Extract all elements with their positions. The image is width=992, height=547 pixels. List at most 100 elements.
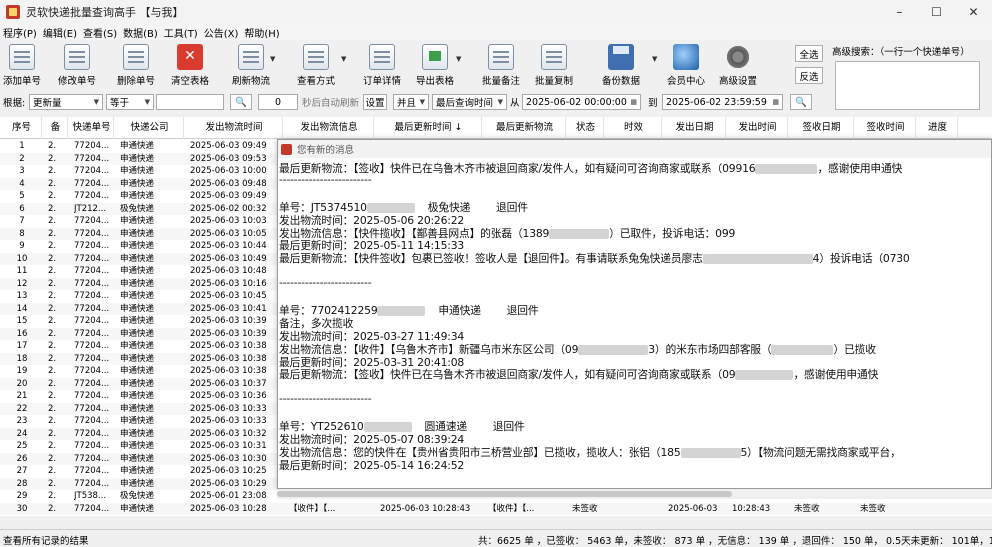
column-header[interactable]: 状态 xyxy=(568,117,604,139)
table-cell: 9 xyxy=(19,241,25,251)
date-from-input[interactable]: 2025-06-02 00:00:00 ▦ xyxy=(522,94,641,110)
column-header[interactable]: 最后更新时间 ↓ xyxy=(376,117,482,139)
menu-notice[interactable]: 公告(X) xyxy=(201,25,242,40)
table-cell: 2025-06-03 10:38 xyxy=(190,341,267,351)
toolbar-button-11[interactable]: 会员中心 xyxy=(667,41,705,87)
toolbar-button-6[interactable]: 订单详情 xyxy=(363,41,401,87)
dropdown-arrow-icon[interactable]: ▼ xyxy=(652,55,657,63)
column-header[interactable]: 发出物流时间 xyxy=(186,117,283,139)
toolbar-button-0[interactable]: 添加单号 xyxy=(3,41,41,87)
table-cell: 申通快递 xyxy=(120,266,155,276)
column-header[interactable]: 快递公司 xyxy=(116,117,184,139)
menu-tools[interactable]: 工具(T) xyxy=(161,25,201,40)
notification-popup: 您有新的消息 最后更新物流：【签收】快件已在乌鲁木齐市被退回商家/发件人，如有疑… xyxy=(277,139,992,489)
column-header[interactable]: 签收日期 xyxy=(790,117,854,139)
toolbar-button-2[interactable]: 删除单号 xyxy=(117,41,155,87)
redacted-block xyxy=(755,164,818,174)
menu-program[interactable]: 程序(P) xyxy=(0,25,40,40)
table-cell: 2025-06-03 10:28:43 xyxy=(380,503,471,514)
filter-field-value: 更新量 xyxy=(33,98,62,109)
table-cell: 未签收 xyxy=(572,503,598,514)
toolbar-label: 导出表格 xyxy=(416,76,455,87)
maximize-button[interactable]: ☐ xyxy=(918,0,955,24)
toolbar-button-4[interactable]: 刷新物流 xyxy=(232,41,270,87)
table-cell: 2. xyxy=(48,303,57,314)
toolbar-button-10[interactable]: 备份数据 xyxy=(602,41,640,87)
column-header[interactable]: 快递单号 xyxy=(70,117,114,139)
menu-help[interactable]: 帮助(H) xyxy=(241,25,282,40)
column-header[interactable]: 签收时间 xyxy=(856,117,916,139)
horizontal-scrollbar[interactable] xyxy=(277,489,992,499)
table-cell: 申通快递 xyxy=(120,216,155,226)
popup-text: 最后更新物流：【快件签收】包裹已签收！签收人是【退回件】。有事请联系兔兔快递员廖… xyxy=(279,252,703,266)
menu-data[interactable]: 数据(B) xyxy=(120,25,161,40)
column-header[interactable]: 发出日期 xyxy=(664,117,726,139)
dropdown-arrow-icon[interactable]: ▼ xyxy=(456,55,461,63)
table-cell: 申通快递 xyxy=(120,341,155,351)
column-header[interactable]: 备 xyxy=(44,117,68,139)
filter-op-select[interactable]: 等于 ▼ xyxy=(106,94,154,110)
settings-button[interactable]: 设置 xyxy=(363,94,387,110)
table-cell: 申通快递 xyxy=(120,466,155,476)
table-row[interactable]: 30 2. 77204... 申通快递 2025-06-03 10:28 【收件】【...… xyxy=(0,502,992,516)
table-cell: 申通快递 xyxy=(120,316,155,326)
toolbar-button-7[interactable]: 导出表格 xyxy=(416,41,454,87)
table-cell: 16 xyxy=(16,328,28,339)
table-cell: 2. xyxy=(48,191,57,201)
table-cell: 2. xyxy=(48,416,57,426)
table-cell: 申通快递 xyxy=(120,291,155,301)
toolbar-button-8[interactable]: 批量备注 xyxy=(482,41,520,87)
table-cell: 2. xyxy=(48,241,57,251)
advanced-search-label: 高级搜索：（一行一个快递单号） xyxy=(832,47,970,58)
refresh-seconds-input[interactable]: 0 xyxy=(258,94,298,110)
table-cell: 17 xyxy=(16,341,28,351)
dropdown-arrow-icon[interactable]: ▼ xyxy=(341,55,346,63)
filter-value-input[interactable] xyxy=(156,94,224,110)
table-cell: 2025-06-03 10:38 xyxy=(190,353,267,364)
dropdown-arrow-icon[interactable]: ▼ xyxy=(270,55,275,63)
close-button[interactable]: ✕ xyxy=(955,0,992,24)
table-cell: 申通快递 xyxy=(120,241,155,251)
toolbar-button-3[interactable]: 清空表格 xyxy=(171,41,209,87)
table-cell: 【收件】【... xyxy=(488,503,535,514)
column-header[interactable]: 进度 xyxy=(918,117,958,139)
select-all-button[interactable]: 全选 xyxy=(795,45,823,62)
table-cell: 22 xyxy=(16,403,28,414)
minimize-button[interactable]: – xyxy=(881,0,918,24)
column-header[interactable]: 发出物流信息 xyxy=(285,117,374,139)
invert-selection-button[interactable]: 反选 xyxy=(795,67,823,84)
logic-select[interactable]: 并且 ▼ xyxy=(393,94,429,110)
popup-text: ）已揽收 xyxy=(833,342,876,356)
menu-view[interactable]: 查看(S) xyxy=(80,25,120,40)
table-cell: 2025-06-01 23:08 xyxy=(190,491,267,501)
chevron-down-icon: ▼ xyxy=(419,98,425,106)
date-to-input[interactable]: 2025-06-02 23:59:59 ▦ xyxy=(662,94,783,110)
advanced-search-input[interactable] xyxy=(835,61,980,110)
popup-line: ------------------------- xyxy=(279,173,372,186)
table-cell: 2025-06-03 09:49 xyxy=(190,141,267,151)
redacted-block xyxy=(680,447,741,458)
table-cell: 2025-06-03 10:29 xyxy=(190,478,267,489)
table-cell: 7 xyxy=(19,216,25,226)
column-header[interactable]: 序号 xyxy=(2,117,42,139)
popup-line: 最后更新时间：2025-05-14 16:24:52 xyxy=(279,457,464,473)
popup-line: ------------------------- xyxy=(279,276,372,289)
toolbar-button-5[interactable]: 查看方式 xyxy=(297,41,335,87)
toolbar-button-9[interactable]: 批量复制 xyxy=(535,41,573,87)
table-cell xyxy=(610,503,662,516)
export-icon xyxy=(422,44,448,70)
date-search-button[interactable]: 🔍 xyxy=(790,94,812,110)
table-cell: 2025-06-03 10:39 xyxy=(190,328,267,339)
column-header[interactable]: 发出时间 xyxy=(728,117,788,139)
toolbar-button-1[interactable]: 修改单号 xyxy=(58,41,96,87)
column-header[interactable]: 时效 xyxy=(606,117,662,139)
table-cell: 申通快递 xyxy=(120,416,155,426)
table-cell: 77204... xyxy=(74,503,110,514)
search-button[interactable]: 🔍 xyxy=(230,94,252,110)
menu-edit[interactable]: 编辑(E) xyxy=(40,25,80,40)
time-field-select[interactable]: 最后查询时间 ▼ xyxy=(432,94,507,110)
toolbar-button-12[interactable]: 高级设置 xyxy=(719,41,757,87)
filter-field-select[interactable]: 更新量 ▼ xyxy=(29,94,103,110)
column-header[interactable]: 最后更新物流 xyxy=(484,117,566,139)
scrollbar-thumb[interactable] xyxy=(277,491,732,497)
